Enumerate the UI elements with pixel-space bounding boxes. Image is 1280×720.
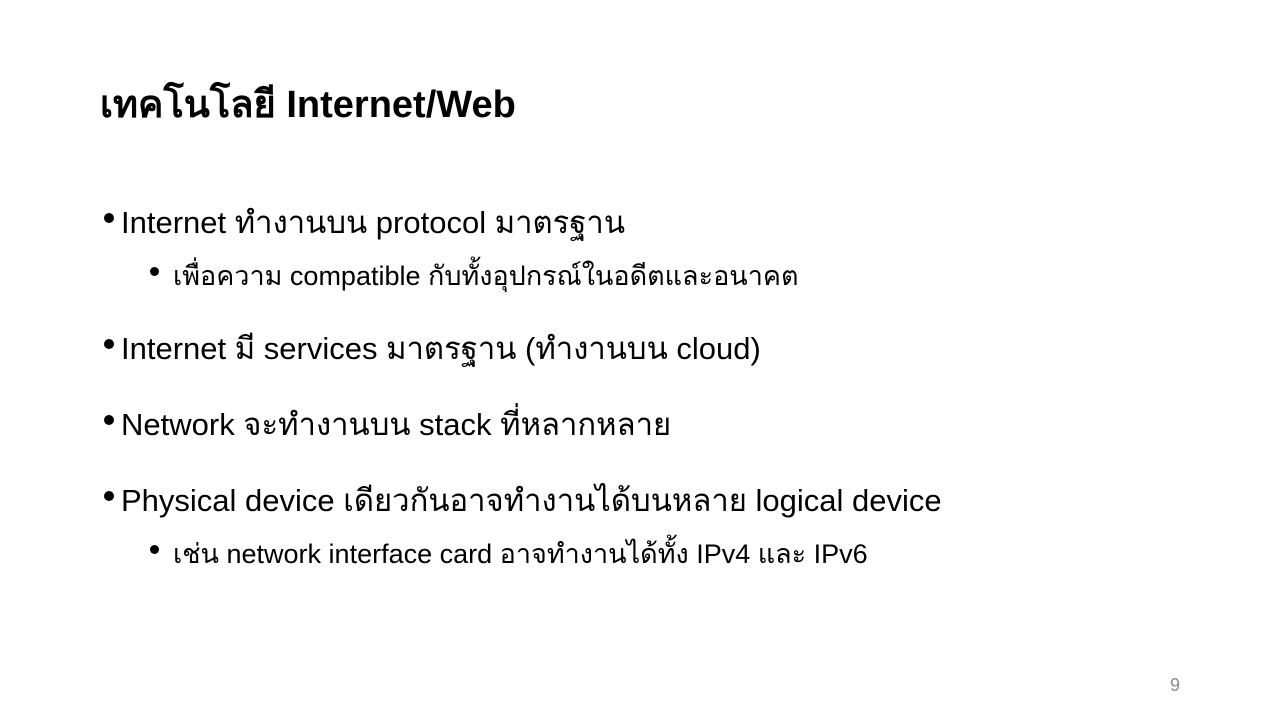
- bullet-dot-icon: [104, 491, 114, 501]
- bullet-list: Internet ทำงานบน protocol มาตรฐาน เพื่อค…: [104, 198, 1244, 576]
- bullet-item-network-stack: Network จะทำงานบน stack ที่หลากหลาย: [104, 400, 1244, 450]
- sub-bullet-text: เช่น network interface card อาจทำงานได้ท…: [173, 539, 868, 569]
- slide-title: เทคโนโลยี Internet/Web: [100, 84, 516, 126]
- bullet-dot-icon: [150, 545, 159, 554]
- bullet-text: Internet มี services มาตรฐาน (ทำงานบน cl…: [121, 331, 761, 366]
- bullet-dot-icon: [150, 267, 159, 276]
- slide: เทคโนโลยี Internet/Web Internet ทำงานบน …: [0, 0, 1280, 720]
- bullet-dot-icon: [104, 339, 114, 349]
- bullet-item-services: Internet มี services มาตรฐาน (ทำงานบน cl…: [104, 324, 1244, 374]
- bullet-text: Network จะทำงานบน stack ที่หลากหลาย: [121, 407, 672, 442]
- bullet-item-physical-device: Physical device เดียวกันอาจทำงานได้บนหลา…: [104, 476, 1244, 526]
- sub-bullet-item-compatible: เพื่อความ compatible กับทั้งอุปกรณ์ในอดี…: [104, 254, 1244, 298]
- sub-bullet-item-nic: เช่น network interface card อาจทำงานได้ท…: [104, 532, 1244, 576]
- bullet-dot-icon: [104, 415, 114, 425]
- bullet-dot-icon: [104, 213, 114, 223]
- bullet-text: Physical device เดียวกันอาจทำงานได้บนหลา…: [121, 483, 942, 518]
- bullet-text: Internet ทำงานบน protocol มาตรฐาน: [121, 205, 626, 240]
- page-number: 9: [1169, 675, 1180, 695]
- sub-bullet-text: เพื่อความ compatible กับทั้งอุปกรณ์ในอดี…: [173, 261, 799, 291]
- bullet-item-protocol: Internet ทำงานบน protocol มาตรฐาน: [104, 198, 1244, 248]
